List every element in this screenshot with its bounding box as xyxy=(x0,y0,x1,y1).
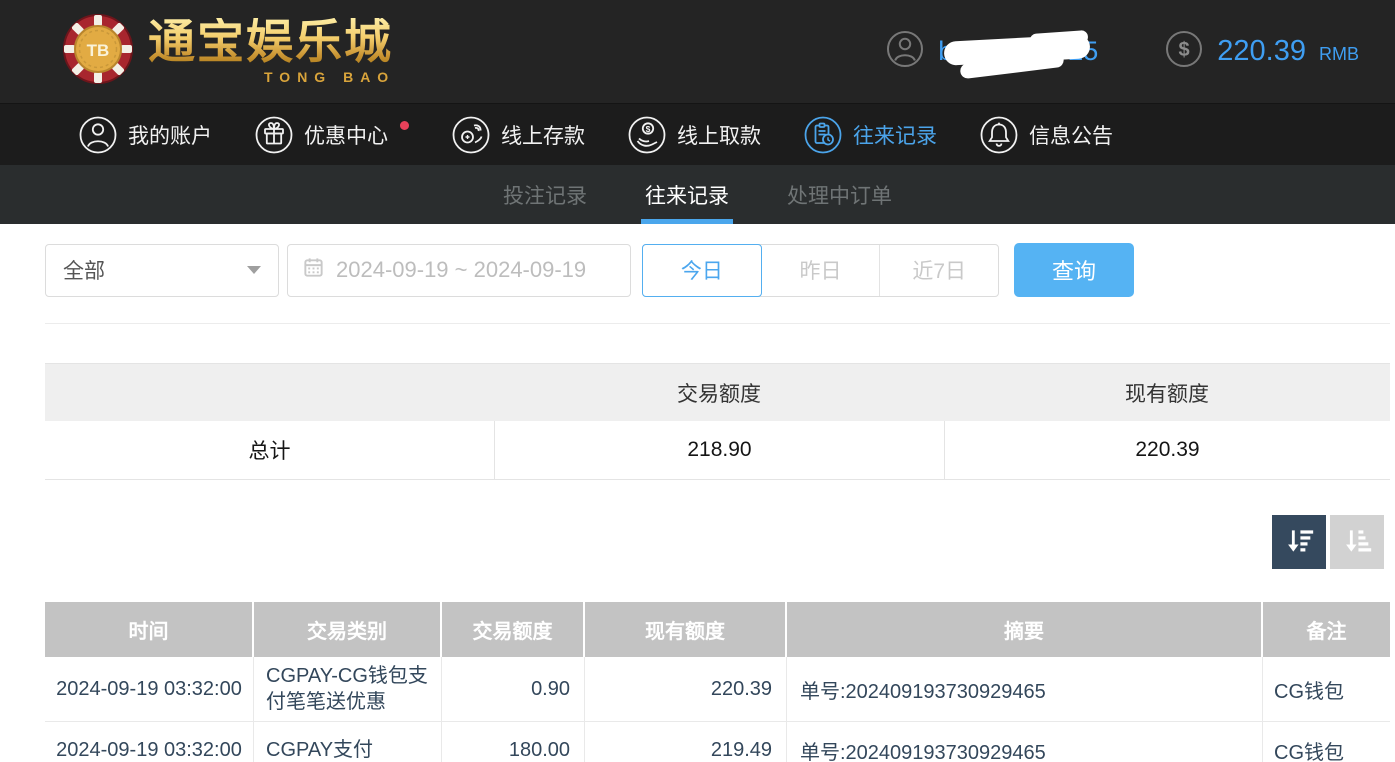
dollar-coin-icon: $ xyxy=(1164,29,1204,74)
date-range-value: 2024-09-19 ~ 2024-09-19 xyxy=(336,257,587,282)
nav-item-withdraw[interactable]: $ 线上取款 xyxy=(627,115,761,155)
type-select[interactable]: 全部 xyxy=(45,243,279,297)
transaction-records-page: TB 通宝娱乐城 TONG BAO bc 25 xyxy=(0,0,1395,762)
col-header-summary: 摘要 xyxy=(787,602,1263,657)
brand-name-en: TONG BAO xyxy=(264,68,396,85)
summary-header-balance: 现有额度 xyxy=(1125,382,1209,406)
tab-label: 投注记录 xyxy=(503,184,587,208)
cell-note: CG钱包 xyxy=(1274,741,1344,762)
nav-label: 我的账户 xyxy=(128,124,212,148)
cell-type: CGPAY支付 xyxy=(254,722,442,762)
sort-toolbar xyxy=(0,515,1395,569)
calendar-icon xyxy=(302,256,325,285)
cell-amount: 180.00 xyxy=(442,722,585,762)
divider xyxy=(45,323,1390,324)
col-header-note: 备注 xyxy=(1306,621,1347,643)
person-icon xyxy=(78,115,118,155)
nav-label: 信息公告 xyxy=(1029,124,1113,148)
quick-range-group: 今日 昨日 近7日 xyxy=(642,243,999,297)
balance-amount: 220.39 xyxy=(1217,35,1306,67)
nav-label: 线上取款 xyxy=(677,124,761,148)
cell-summary: 单号:202409193730929465 xyxy=(787,722,1263,762)
gift-icon xyxy=(254,115,294,155)
sort-ascending-icon xyxy=(1340,524,1374,561)
nav-label: 往来记录 xyxy=(853,124,937,148)
quick-range-last7days[interactable]: 近7日 xyxy=(880,245,998,296)
table-row: 2024-09-19 03:32:00 CGPAY支付 180.00 219.4… xyxy=(45,722,1390,762)
cell-note: CG钱包 xyxy=(1274,680,1344,703)
summary-header-row: 交易额度 现有额度 xyxy=(45,364,1390,421)
bell-icon xyxy=(979,115,1019,155)
nav-item-announcements[interactable]: 信息公告 xyxy=(979,115,1113,155)
clipboard-clock-icon xyxy=(803,115,843,155)
cell-summary: 单号:202409193730929465 xyxy=(787,657,1263,721)
summary-total-row: 总计 218.90 220.39 xyxy=(45,421,1390,479)
brand-text: 通宝娱乐城 TONG BAO xyxy=(148,18,396,85)
notification-dot xyxy=(400,120,409,130)
tab-transaction-records[interactable]: 往来记录 xyxy=(641,165,733,224)
nav-label: 优惠中心 xyxy=(304,124,388,148)
cell-balance: 219.49 xyxy=(585,722,787,762)
chevron-down-icon xyxy=(247,266,261,274)
summary-table: 交易额度 现有额度 总计 218.90 220.39 xyxy=(45,363,1390,480)
user-account[interactable]: bc 25 xyxy=(885,29,1098,79)
summary-header-empty xyxy=(45,364,494,421)
header-account-area: bc 25 $ 220.39 RMB xyxy=(885,29,1359,79)
sort-descending-icon xyxy=(1282,524,1316,561)
nav-item-my-account[interactable]: 我的账户 xyxy=(78,115,212,155)
sort-ascending-button[interactable] xyxy=(1330,515,1384,569)
username-redacted: bc 25 xyxy=(938,29,1098,79)
top-header: TB 通宝娱乐城 TONG BAO bc 25 xyxy=(0,0,1395,103)
quick-range-today[interactable]: 今日 xyxy=(642,243,762,297)
filter-bar: 全部 2024-09-19 ~ 2024-09-19 今日 昨日 近7日 查询 xyxy=(45,243,1395,297)
nav-item-promotions[interactable]: 优惠中心 xyxy=(254,115,409,155)
col-header-balance: 现有额度 xyxy=(585,602,787,657)
quick-range-label: 今日 xyxy=(680,260,723,283)
type-select-value: 全部 xyxy=(63,260,105,283)
summary-total-label: 总计 xyxy=(248,440,291,463)
date-range-input[interactable]: 2024-09-19 ~ 2024-09-19 xyxy=(287,243,631,297)
quick-range-label: 近7日 xyxy=(912,260,967,283)
svg-text:TB: TB xyxy=(87,41,110,60)
tab-betting-records[interactable]: 投注记录 xyxy=(500,165,590,224)
nav-item-deposit[interactable]: 线上存款 xyxy=(451,115,585,155)
balance[interactable]: $ 220.39 RMB xyxy=(1164,29,1359,74)
col-header-type: 交易类别 xyxy=(254,602,442,657)
record-tabs-bar: 投注记录 往来记录 处理中订单 xyxy=(0,165,1395,224)
tab-pending-orders[interactable]: 处理中订单 xyxy=(784,165,895,224)
summary-header-amount: 交易额度 xyxy=(677,382,761,406)
quick-range-yesterday[interactable]: 昨日 xyxy=(762,244,881,296)
coin-hand-withdraw-icon: $ xyxy=(627,115,667,155)
search-button[interactable]: 查询 xyxy=(1014,243,1134,297)
brand-logo[interactable]: TB 通宝娱乐城 TONG BAO xyxy=(62,13,395,90)
nav-item-transaction-records[interactable]: 往来记录 xyxy=(803,115,937,155)
cell-time: 2024-09-19 03:32:00 xyxy=(45,657,254,721)
cell-balance: 220.39 xyxy=(585,657,787,721)
col-header-amount: 交易额度 xyxy=(442,602,585,657)
main-nav: 我的账户 优惠中心 线上存款 $ 线上取款 往来记录 信息公告 xyxy=(0,103,1395,165)
nav-label: 线上存款 xyxy=(501,124,585,148)
quick-range-label: 昨日 xyxy=(799,260,842,283)
cell-type: CGPAY-CG钱包支付笔笔送优惠 xyxy=(254,657,442,721)
sort-descending-button[interactable] xyxy=(1272,515,1326,569)
poker-chip-logo-icon: TB xyxy=(62,13,134,90)
balance-currency: RMB xyxy=(1319,44,1359,64)
records-table: 时间 交易类别 交易额度 现有额度 摘要 备注 2024-09-19 03:32… xyxy=(45,602,1390,762)
tab-label: 处理中订单 xyxy=(787,184,892,208)
cell-amount: 0.90 xyxy=(442,657,585,721)
active-tab-underline xyxy=(641,219,733,224)
coin-hand-deposit-icon xyxy=(451,115,491,155)
cell-time: 2024-09-19 03:32:00 xyxy=(45,722,254,762)
svg-text:$: $ xyxy=(1179,39,1190,61)
col-header-time: 时间 xyxy=(45,602,254,657)
table-row: 2024-09-19 03:32:00 CGPAY-CG钱包支付笔笔送优惠 0.… xyxy=(45,657,1390,722)
svg-text:$: $ xyxy=(646,124,651,134)
avatar-icon xyxy=(885,29,925,74)
brand-name-cn: 通宝娱乐城 xyxy=(148,18,395,68)
tab-label: 往来记录 xyxy=(645,184,729,208)
summary-total-amount: 218.90 xyxy=(494,421,944,479)
summary-total-balance: 220.39 xyxy=(944,421,1390,479)
records-header-row: 时间 交易类别 交易额度 现有额度 摘要 备注 xyxy=(45,602,1390,657)
